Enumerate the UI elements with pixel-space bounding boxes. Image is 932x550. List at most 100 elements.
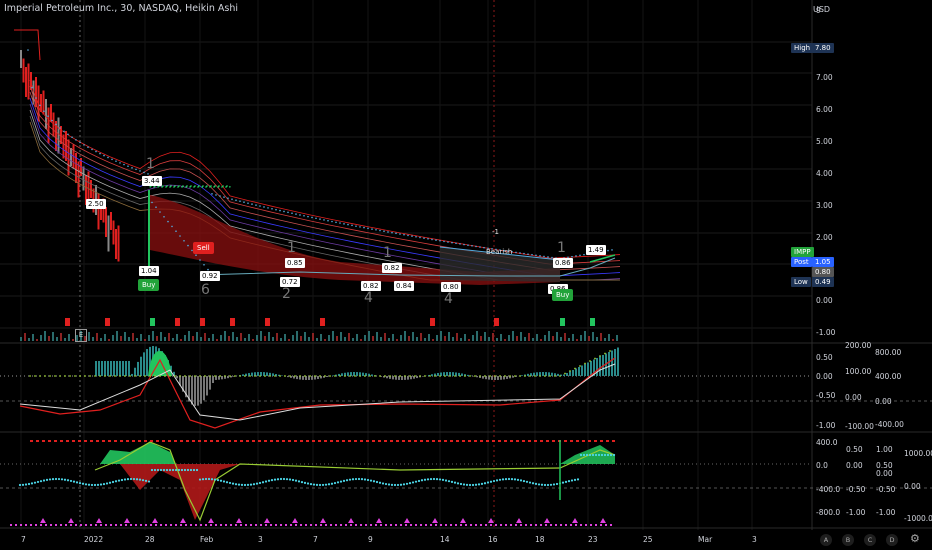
volume-bar xyxy=(212,334,214,341)
time-axis-label: 25 xyxy=(643,535,653,544)
histogram-bar xyxy=(125,361,127,376)
osc-area xyxy=(120,464,240,520)
volume-bar xyxy=(52,332,54,341)
trend-dot xyxy=(319,218,321,220)
signal-bar xyxy=(320,318,325,326)
signal-strip xyxy=(560,524,562,526)
signal-strip xyxy=(105,524,107,526)
histogram-bar xyxy=(272,373,274,376)
osc-dot xyxy=(387,483,391,486)
trend-dot xyxy=(235,199,237,201)
volume-bar xyxy=(616,335,618,341)
signal-strip xyxy=(370,524,372,526)
footer-button[interactable]: C xyxy=(864,534,876,546)
trend-dot xyxy=(583,253,585,256)
trend-dot xyxy=(159,211,161,213)
osc-dot xyxy=(549,375,551,377)
trend-dot xyxy=(279,209,281,212)
signal-strip xyxy=(270,440,273,442)
trend-dot xyxy=(219,195,221,197)
osc-dot xyxy=(94,375,96,377)
signal-strip xyxy=(210,524,212,526)
signal-strip xyxy=(342,440,345,442)
volume-bar xyxy=(48,336,50,341)
candle xyxy=(20,50,22,68)
osc-line xyxy=(94,441,616,522)
volume-bar xyxy=(124,332,126,341)
candle xyxy=(67,139,70,176)
price-marker: 0.84 xyxy=(394,281,414,291)
settings-gear-icon[interactable]: ⚙ xyxy=(910,532,920,545)
osc-dot xyxy=(45,478,49,482)
osc-dot xyxy=(159,468,163,472)
signal-strip xyxy=(552,440,555,442)
histogram-bar xyxy=(467,374,469,376)
signal-strip xyxy=(200,524,202,526)
histogram-bar xyxy=(203,376,205,401)
volume-bar xyxy=(604,338,606,341)
footer-button[interactable]: B xyxy=(842,534,854,546)
trend-dot xyxy=(579,254,581,257)
signal-strip xyxy=(525,524,527,526)
volume-bar xyxy=(376,332,378,341)
signal-strip xyxy=(425,524,427,526)
osc-dot xyxy=(483,482,487,485)
trend-dot xyxy=(179,235,181,237)
osc-dot xyxy=(36,480,40,484)
osc-dot xyxy=(584,362,586,365)
osc-dot xyxy=(162,468,166,472)
buy-signal[interactable]: Buy xyxy=(138,279,160,291)
event-marker[interactable]: E xyxy=(75,329,87,342)
signal-strip xyxy=(288,440,291,442)
osc-dot xyxy=(74,375,76,377)
signal-strip xyxy=(150,524,152,526)
osc-dot xyxy=(396,483,400,487)
sell-signal[interactable]: Sell xyxy=(193,242,214,254)
osc-dot xyxy=(534,375,536,377)
histogram-bar xyxy=(332,375,334,376)
osc-dot xyxy=(234,375,236,377)
histogram-bar xyxy=(128,361,130,376)
buy-signal[interactable]: Buy xyxy=(552,289,574,301)
osc-dot xyxy=(594,453,598,457)
osc-dot xyxy=(522,479,526,483)
trend-dot xyxy=(75,139,77,141)
signal-strip xyxy=(120,524,122,526)
trend-dot xyxy=(167,220,169,223)
osc-dot xyxy=(129,477,133,481)
osc-dot xyxy=(44,375,46,377)
signal-strip xyxy=(180,524,182,526)
osc2-axis-label: 0.00 xyxy=(846,461,863,470)
signal-strip xyxy=(395,524,397,526)
trend-dot xyxy=(379,229,381,232)
wave-label: 2 xyxy=(282,286,291,302)
trend-dot xyxy=(215,194,217,196)
price-marker: 0.92 xyxy=(200,271,220,281)
volume-bar xyxy=(368,331,370,341)
footer-button[interactable]: D xyxy=(886,534,898,546)
signal-strip xyxy=(235,524,237,526)
footer-button[interactable]: A xyxy=(820,534,832,546)
osc-dot xyxy=(525,480,529,483)
trend-dot xyxy=(263,206,265,208)
osc-dot xyxy=(319,375,321,377)
osc-dot xyxy=(489,480,493,483)
osc-dot xyxy=(288,478,292,481)
signal-strip xyxy=(366,440,369,442)
osc1-axis-label: -400.00 xyxy=(875,420,904,429)
osc-dot xyxy=(435,478,439,481)
osc-dot xyxy=(79,375,81,377)
osc-dot xyxy=(438,478,442,481)
price-axis-label: 9 xyxy=(816,6,821,15)
osc-dot xyxy=(399,375,401,377)
osc-dot xyxy=(39,375,41,377)
volume-bar xyxy=(60,333,62,341)
trend-dot xyxy=(471,245,473,247)
osc-line xyxy=(19,357,616,429)
osc-dot xyxy=(474,483,478,486)
trend-dot xyxy=(147,173,149,175)
osc-dot xyxy=(141,479,145,482)
osc-dot xyxy=(64,375,66,377)
osc-dot xyxy=(429,477,433,481)
osc2-axis-label: 1.00 xyxy=(876,445,893,454)
